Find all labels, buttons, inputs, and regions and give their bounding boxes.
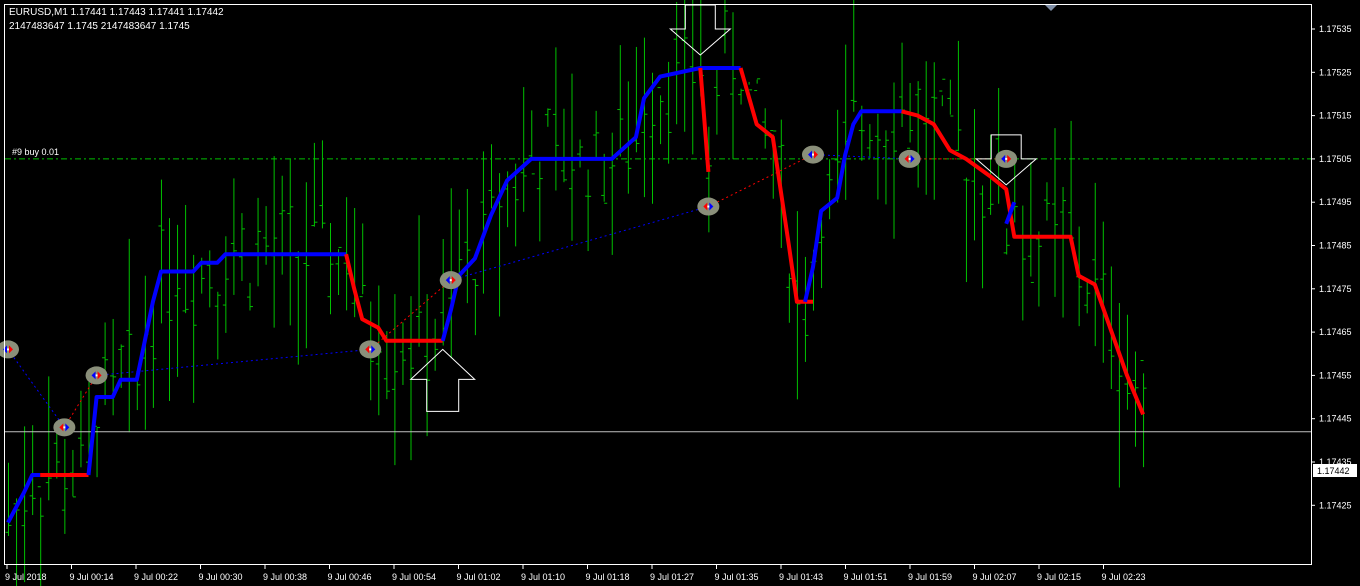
time-tick-label: 9 Jul 01:02 bbox=[457, 572, 501, 582]
price-tick-label: 1.17465 bbox=[1319, 327, 1352, 337]
time-tick-label: 9 Jul 00:14 bbox=[70, 572, 114, 582]
sell-signal-icon[interactable] bbox=[359, 340, 382, 359]
sell-signal-icon[interactable] bbox=[697, 197, 720, 216]
time-tick-label: 9 Jul 00:46 bbox=[328, 572, 372, 582]
plot-area-frame bbox=[4, 4, 1312, 565]
big-arrows bbox=[409, 4, 1038, 412]
buy-signal-icon[interactable] bbox=[802, 145, 824, 164]
time-tick-label: 9 Jul 01:10 bbox=[521, 572, 565, 582]
trend-segment-down bbox=[738, 67, 813, 304]
time-tick-label: 9 Jul 00:22 bbox=[134, 572, 178, 582]
price-tick-label: 1.17475 bbox=[1319, 284, 1352, 294]
time-tick-label: 9 Jul 00:54 bbox=[392, 572, 436, 582]
time-tick-label: 9 Jul 00:30 bbox=[199, 572, 243, 582]
trend-segment-down bbox=[698, 67, 711, 173]
price-tick-label: 1.17445 bbox=[1319, 414, 1352, 424]
time-tick-label: 9 Jul 02:07 bbox=[973, 572, 1017, 582]
time-tick-label: 9 Jul 01:51 bbox=[844, 572, 888, 582]
time-tick-label: 9 Jul 00:38 bbox=[263, 572, 307, 582]
sell-signal-icon[interactable] bbox=[898, 149, 921, 168]
signal-markers bbox=[0, 145, 1018, 437]
time-tick-label: 9 Jul 02:23 bbox=[1102, 572, 1146, 582]
order-line-label: #9 buy 0.01 bbox=[12, 147, 59, 157]
indicator-info: 2147483647 1.1745 2147483647 1.1745 bbox=[9, 21, 190, 32]
trend-line bbox=[6, 66, 1145, 524]
price-tick-label: 1.17485 bbox=[1319, 241, 1352, 251]
time-tick-label: 9 Jul 01:27 bbox=[650, 572, 694, 582]
arrow-up-icon bbox=[409, 348, 476, 412]
trend-segment-up bbox=[440, 66, 741, 342]
buy-signal-icon[interactable] bbox=[85, 366, 108, 385]
symbol-info: EURUSD,M1 1.17441 1.17443 1.17441 1.1744… bbox=[9, 7, 224, 18]
price-tick-label: 1.17505 bbox=[1319, 154, 1352, 164]
price-tick-label: 1.17425 bbox=[1319, 500, 1352, 510]
current-price-label: 1.17442 bbox=[1317, 466, 1350, 476]
buy-signal-icon[interactable] bbox=[0, 340, 19, 359]
price-tick-label: 1.17455 bbox=[1319, 370, 1352, 380]
price-tick-label: 1.17515 bbox=[1319, 111, 1352, 121]
time-tick-label: 9 Jul 01:59 bbox=[908, 572, 952, 582]
buy-signal-icon[interactable] bbox=[995, 149, 1018, 168]
time-tick-label: 9 Jul 01:35 bbox=[715, 572, 759, 582]
candles-layer bbox=[5, 0, 1147, 586]
time-tick-label: 9 Jul 2018 bbox=[5, 572, 47, 582]
price-chart[interactable]: #9 buy 0.01 1.17535 1.17525 1.17515 1.17505… bbox=[0, 0, 1360, 586]
price-tick-label: 1.17535 bbox=[1319, 24, 1352, 34]
price-tick-label: 1.17525 bbox=[1319, 67, 1352, 77]
signal-connector bbox=[7, 349, 65, 428]
trend-segment-up bbox=[86, 252, 347, 476]
price-tick-label: 1.17495 bbox=[1319, 197, 1352, 207]
time-tick-label: 9 Jul 01:43 bbox=[779, 572, 823, 582]
time-tick-label: 9 Jul 01:18 bbox=[586, 572, 630, 582]
time-axis[interactable]: 9 Jul 2018 9 Jul 00:14 9 Jul 00:22 9 Jul 00… bbox=[5, 565, 1146, 582]
buy-signal-icon[interactable] bbox=[439, 271, 462, 290]
signal-connector bbox=[708, 154, 814, 207]
sell-signal-icon[interactable] bbox=[53, 418, 76, 437]
price-axis[interactable]: 1.17535 1.17525 1.17515 1.17505 1.17495 1.174… bbox=[1311, 24, 1352, 510]
chart-shift-marker-icon[interactable] bbox=[1045, 5, 1057, 11]
time-tick-label: 9 Jul 02:15 bbox=[1037, 572, 1081, 582]
